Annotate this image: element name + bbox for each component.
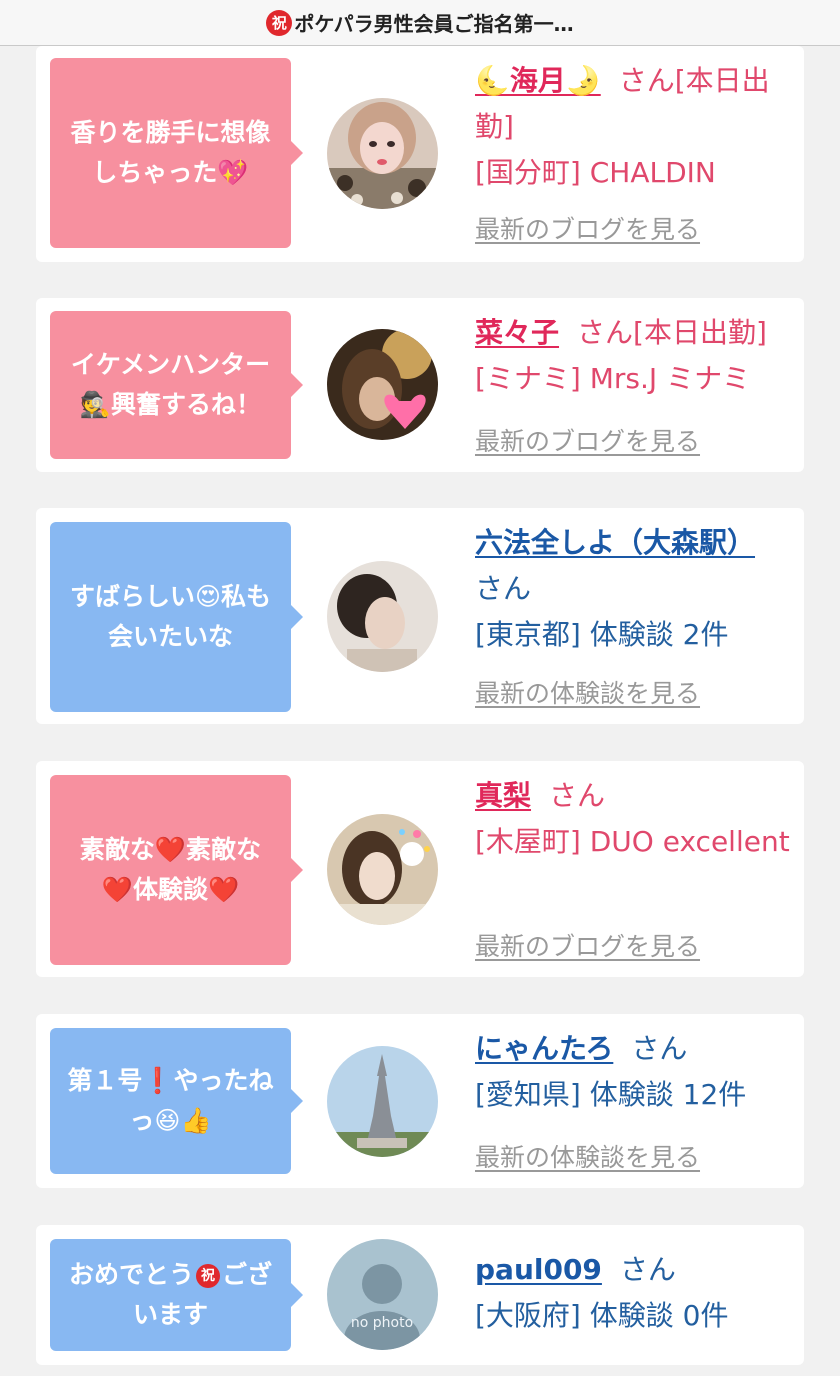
message-bubble: 香りを勝手に想像 しちゃった💖 <box>50 58 303 248</box>
message-bubble: 素敵な❤️素敵な ❤️体験談❤️ <box>50 775 303 965</box>
member-name-link[interactable]: にゃんたろ <box>475 1032 613 1065</box>
list-item: 第１号❗やったね っ😆👍 にゃんたろ さん [愛知県] 体験談 12件 最新の体験… <box>36 1014 804 1188</box>
celebration-badge-icon: 祝 <box>266 9 293 36</box>
member-info: 菜々子 さん[本日出勤] [ミナミ] Mrs.J ミナミ <box>475 310 795 402</box>
message-line: 🕵興奮するね！ <box>79 390 262 419</box>
member-info: 六法全しよ（大森駅） さん [東京都] 体験談 2件 <box>475 520 795 658</box>
avatar[interactable]: no photo <box>327 1239 438 1350</box>
list-item: 素敵な❤️素敵な ❤️体験談❤️ 真梨 さん [木屋町] DUO excellen… <box>36 761 804 977</box>
latest-blog-link[interactable]: 最新のブログを見る <box>475 210 700 246</box>
member-info: 🌜海月🌛 さん[本日出勤] [国分町] CHALDIN <box>475 58 795 196</box>
name-suffix: さん <box>549 779 606 812</box>
member-info: paul009 さん [大阪府] 体験談 0件 <box>475 1247 795 1339</box>
member-name-link[interactable]: 六法全しよ（大森駅） <box>475 526 755 559</box>
member-info: にゃんたろ さん [愛知県] 体験談 12件 <box>475 1026 795 1118</box>
list-item: 香りを勝手に想像 しちゃった💖 🌜海月🌛 さん[本日出勤] [国分町] CHALD… <box>36 46 804 262</box>
latest-blog-link[interactable]: 最新のブログを見る <box>475 422 700 458</box>
name-suffix: さん <box>475 572 532 605</box>
message-line: すばらしい😍私も <box>69 582 272 611</box>
member-name-link[interactable]: paul009 <box>475 1253 602 1286</box>
message-line: ❤️体験談❤️ <box>101 875 240 904</box>
shop-detail: [国分町] CHALDIN <box>475 156 716 189</box>
page-header: 祝 ポケパラ男性会員ご指名第一… <box>0 0 840 46</box>
latest-blog-link[interactable]: 最新のブログを見る <box>475 927 700 963</box>
review-detail: [東京都] 体験談 2件 <box>475 618 729 651</box>
avatar[interactable] <box>327 561 438 672</box>
name-suffix: さん <box>619 1253 676 1286</box>
page-title: ポケパラ男性会員ご指名第一… <box>294 12 574 36</box>
shop-detail: [ミナミ] Mrs.J ミナミ <box>475 362 751 395</box>
message-line: 素敵な❤️素敵な <box>79 835 262 864</box>
message-bubble: イケメンハンター 🕵興奮するね！ <box>50 311 303 459</box>
message-line: 会いたいな <box>107 622 233 651</box>
avatar[interactable] <box>327 98 438 209</box>
member-name-link[interactable]: 菜々子 <box>475 316 559 349</box>
message-line: 第１号❗やったね <box>67 1066 274 1095</box>
avatar[interactable] <box>327 1046 438 1157</box>
latest-review-link[interactable]: 最新の体験談を見る <box>475 1138 700 1174</box>
message-line: っ😆👍 <box>129 1106 212 1135</box>
list-item: イケメンハンター 🕵興奮するね！ 菜々子 さん[本日出勤] [ミナミ] Mrs.J… <box>36 298 804 472</box>
review-detail: [大阪府] 体験談 0件 <box>475 1299 729 1332</box>
message-bubble: 第１号❗やったね っ😆👍 <box>50 1028 303 1174</box>
message-line: おめでとう祝ござ <box>68 1260 273 1289</box>
message-line: イケメンハンター <box>70 350 271 379</box>
list-item: おめでとう祝ござ います no photo paul009 さん [大阪府] 体験… <box>36 1225 804 1365</box>
shop-detail: [木屋町] DUO excellent <box>475 825 790 858</box>
avatar[interactable] <box>327 814 438 925</box>
celebration-badge-icon: 祝 <box>196 1264 220 1288</box>
review-detail: [愛知県] 体験談 12件 <box>475 1078 747 1111</box>
latest-review-link[interactable]: 最新の体験談を見る <box>475 674 700 710</box>
list-item: すばらしい😍私も 会いたいな 六法全しよ（大森駅） さん [東京都] 体験談 2… <box>36 508 804 724</box>
message-line: います <box>132 1300 208 1329</box>
message-bubble: すばらしい😍私も 会いたいな <box>50 522 303 712</box>
name-suffix: さん[本日出勤] <box>577 316 767 349</box>
message-line: しちゃった💖 <box>92 158 249 187</box>
name-suffix: さん <box>631 1032 688 1065</box>
avatar[interactable] <box>327 329 438 440</box>
member-name-link[interactable]: 🌜海月🌛 <box>475 64 601 97</box>
message-line: 香りを勝手に想像 <box>70 118 271 147</box>
member-info: 真梨 さん [木屋町] DUO excellent <box>475 773 795 865</box>
message-bubble: おめでとう祝ござ います <box>50 1239 303 1351</box>
no-photo-label: no photo <box>351 1315 413 1331</box>
member-name-link[interactable]: 真梨 <box>475 779 531 812</box>
